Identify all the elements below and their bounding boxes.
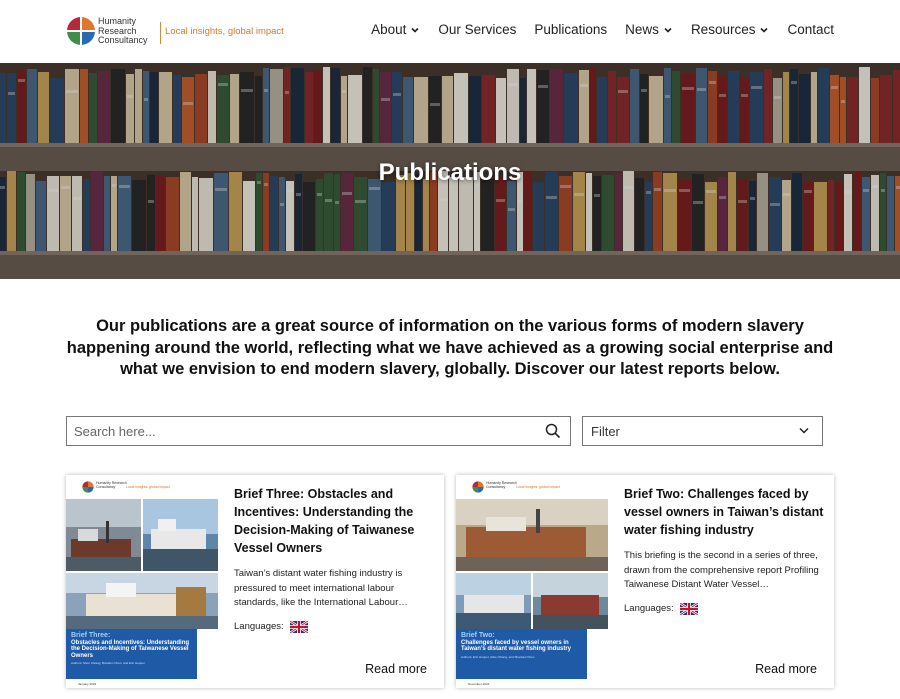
search-box — [66, 416, 571, 446]
card-languages: Languages: — [624, 602, 824, 615]
report-cover-image[interactable]: Humanity Research Consultancy Local insi… — [66, 475, 218, 688]
uk-flag-icon[interactable] — [679, 602, 698, 615]
logo-tagline: Local insights, global impact — [165, 26, 284, 37]
nav-item-news[interactable]: News — [625, 22, 673, 37]
page-title: Publications — [378, 159, 522, 186]
card-excerpt: This briefing is the second in a series … — [624, 550, 819, 590]
languages-label: Languages: — [234, 621, 284, 632]
hero-banner: Publications — [0, 63, 900, 279]
search-icon[interactable] — [545, 423, 561, 439]
logo-name: Humanity Research Consultancy — [98, 16, 168, 46]
logo-divider — [160, 22, 161, 44]
site-header: Humanity Research Consultancy Local insi… — [0, 0, 900, 63]
cover-date: November 2022 — [468, 682, 490, 686]
chevron-down-icon — [799, 427, 809, 434]
chevron-down-icon — [664, 27, 672, 33]
uk-flag-icon[interactable] — [289, 620, 308, 633]
nav-item-our-services[interactable]: Our Services — [438, 22, 516, 37]
cover-date: January 2023 — [78, 682, 97, 686]
cover-box-title: Brief Two: — [461, 632, 495, 639]
card-excerpt: Taiwan’s distant water fishing industry … — [234, 568, 408, 608]
nav-item-label: Publications — [534, 22, 608, 37]
chevron-down-icon — [760, 27, 769, 33]
cover-box-authors: Authors: Eric Hooper, Alice Chiang, and … — [461, 654, 535, 659]
publication-card[interactable]: Humanity Research Consultancy Local insi… — [66, 475, 444, 688]
nav-item-contact[interactable]: Contact — [787, 22, 834, 37]
nav-item-label: Our Services — [438, 22, 517, 37]
read-more-link[interactable]: Read more — [755, 662, 817, 676]
nav-item-label: Resources — [690, 22, 756, 37]
cover-header: Humanity Research Consultancy Local insi… — [472, 481, 602, 497]
cover-box-subtitle: Obstacles and Incentives: Understanding … — [71, 639, 190, 659]
card-title[interactable]: Brief Two: Challenges faced by vessel ow… — [624, 485, 824, 539]
languages-label: Languages: — [624, 603, 674, 614]
read-more-link[interactable]: Read more — [365, 662, 427, 676]
filter-dropdown[interactable]: Filter — [582, 416, 823, 446]
nav-item-about[interactable]: About — [371, 22, 420, 37]
publication-card[interactable]: Humanity Research Consultancy Local insi… — [456, 475, 834, 688]
search-input[interactable] — [67, 417, 537, 445]
vessel-photos — [456, 499, 608, 629]
vessel-photos — [66, 499, 218, 629]
card-title[interactable]: Brief Three: Obstacles and Incentives: U… — [234, 485, 434, 557]
card-body: Brief Three: Obstacles and Incentives: U… — [234, 485, 434, 633]
intro-text: Our publications are a great source of i… — [66, 317, 834, 378]
cover-title-box: Brief Two: Challenges faced by vessel ow… — [456, 629, 587, 679]
nav-item-label: News — [625, 22, 659, 37]
cover-box-authors: Authors: Shun Chiang, Brandon Chen, and … — [71, 661, 145, 666]
logo-mark-icon — [67, 17, 95, 45]
card-body: Brief Two: Challenges faced by vessel ow… — [624, 485, 824, 615]
logo-name-line: Consultancy — [98, 35, 148, 45]
chevron-down-icon — [411, 27, 419, 33]
cover-header: Humanity Research Consultancy Local insi… — [82, 481, 212, 497]
nav-item-resources[interactable]: Resources — [691, 22, 770, 37]
report-cover-image[interactable]: Humanity Research Consultancy Local insi… — [456, 475, 608, 688]
filter-label: Filter — [591, 424, 620, 439]
logo-mark-icon — [82, 481, 94, 493]
cover-tagline: Local insights, global impact — [516, 485, 560, 489]
card-languages: Languages: — [234, 620, 434, 633]
nav-item-label: Contact — [787, 22, 834, 37]
nav-item-publications[interactable]: Publications — [534, 22, 607, 37]
cover-tagline: Local insights, global impact — [126, 485, 170, 489]
cover-box-subtitle: Challenges faced by vessel owners in Tai… — [461, 639, 572, 653]
nav-item-label: About — [371, 22, 407, 37]
main-nav: About Our Services Publications News Res… — [353, 22, 834, 37]
logo[interactable]: Humanity Research Consultancy Local insi… — [66, 16, 286, 48]
cover-title-box: Brief Three: Obstacles and Incentives: U… — [66, 629, 197, 679]
logo-mark-icon — [472, 481, 484, 493]
cover-box-title: Brief Three: — [71, 632, 111, 639]
